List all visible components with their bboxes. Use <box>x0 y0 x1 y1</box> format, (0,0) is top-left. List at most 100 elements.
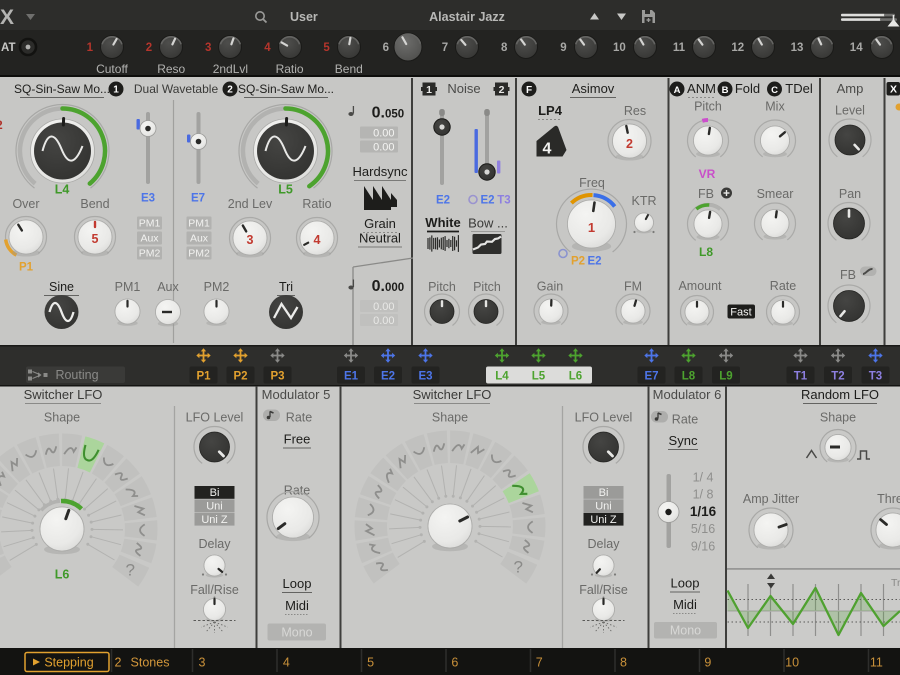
svg-text:6: 6 <box>383 42 389 54</box>
svg-text:PM2: PM2 <box>188 248 210 260</box>
svg-text:3: 3 <box>205 42 211 54</box>
svg-text:L5: L5 <box>278 183 293 197</box>
svg-text:E2: E2 <box>587 256 601 268</box>
svg-text:Mono: Mono <box>670 624 701 638</box>
svg-text:7: 7 <box>442 42 448 54</box>
svg-text:Bi: Bi <box>599 487 609 499</box>
svg-text:T2: T2 <box>831 371 844 383</box>
svg-text:Aux: Aux <box>190 233 209 245</box>
svg-text:8: 8 <box>620 656 627 670</box>
svg-text:White: White <box>425 215 460 230</box>
svg-text:Midi: Midi <box>673 597 697 612</box>
svg-text:2: 2 <box>0 118 3 132</box>
svg-text:L6: L6 <box>569 371 582 383</box>
svg-text:X: X <box>0 6 14 29</box>
svg-text:6: 6 <box>451 656 458 670</box>
svg-text:LFO Level: LFO Level <box>575 411 633 425</box>
svg-text:SQ-Sin-Saw Mo...: SQ-Sin-Saw Mo... <box>14 82 110 96</box>
svg-text:Delay: Delay <box>588 537 621 551</box>
svg-text:L5: L5 <box>532 371 546 383</box>
svg-text:Uni Z: Uni Z <box>201 514 228 526</box>
svg-text:Bow ...: Bow ... <box>468 216 508 231</box>
svg-text:Routing: Routing <box>55 368 98 382</box>
svg-text:A: A <box>674 85 681 96</box>
svg-text:9: 9 <box>560 42 566 54</box>
svg-text:2: 2 <box>146 42 152 54</box>
svg-text:L8: L8 <box>682 371 696 383</box>
svg-text:Bend: Bend <box>335 62 363 76</box>
svg-text:050: 050 <box>385 109 404 121</box>
svg-text:L8: L8 <box>699 245 713 259</box>
svg-text:Uni: Uni <box>595 500 612 512</box>
svg-text:11: 11 <box>870 656 883 670</box>
svg-text:X: X <box>890 84 897 96</box>
svg-text:PM1: PM1 <box>115 280 141 294</box>
svg-text:Shape: Shape <box>432 411 468 425</box>
svg-text:Tri: Tri <box>279 280 293 294</box>
svg-text:Uni Z: Uni Z <box>590 514 617 526</box>
svg-text:4: 4 <box>543 141 552 158</box>
svg-text:P1: P1 <box>19 262 34 274</box>
svg-text:Uni: Uni <box>206 500 223 512</box>
svg-text:Alastair Jazz: Alastair Jazz <box>429 10 505 24</box>
svg-text:Shape: Shape <box>820 411 856 425</box>
svg-text:1: 1 <box>588 220 595 235</box>
svg-text:Ratio: Ratio <box>276 62 304 76</box>
svg-text:8: 8 <box>501 42 508 54</box>
svg-text:0.: 0. <box>372 105 385 122</box>
svg-text:Pitch: Pitch <box>428 280 456 294</box>
svg-text:Ratio: Ratio <box>302 197 331 211</box>
svg-text:KTR: KTR <box>632 194 657 208</box>
svg-text:Cutoff: Cutoff <box>96 62 128 76</box>
svg-text:4: 4 <box>314 233 321 247</box>
svg-text:B: B <box>722 85 729 96</box>
svg-text:P2: P2 <box>233 371 247 383</box>
svg-text:5: 5 <box>92 232 99 246</box>
svg-text:Switcher LFO: Switcher LFO <box>24 387 103 402</box>
svg-text:Thre: Thre <box>877 492 900 506</box>
svg-text:L4: L4 <box>55 183 70 197</box>
svg-text:Midi: Midi <box>285 598 309 613</box>
svg-text:T3: T3 <box>497 195 510 207</box>
svg-text:1: 1 <box>113 85 119 96</box>
svg-text:Fast: Fast <box>730 307 751 319</box>
svg-text:Over: Over <box>12 197 39 211</box>
svg-text:F: F <box>526 85 532 96</box>
svg-text:Asimov: Asimov <box>572 81 615 96</box>
svg-text:AT: AT <box>1 42 15 54</box>
svg-text:11: 11 <box>673 42 686 54</box>
svg-text:12: 12 <box>731 42 744 54</box>
svg-text:000: 000 <box>385 282 404 294</box>
svg-text:E3: E3 <box>141 193 155 205</box>
svg-text:L4: L4 <box>495 371 509 383</box>
svg-text:FB: FB <box>840 268 856 282</box>
svg-text:E2: E2 <box>480 195 494 207</box>
svg-text:Free: Free <box>284 432 311 447</box>
svg-text:2: 2 <box>499 84 505 96</box>
svg-text:PM1: PM1 <box>139 218 161 230</box>
svg-text:Rate: Rate <box>286 411 312 425</box>
svg-text:Reso: Reso <box>157 62 185 76</box>
svg-text:TDel: TDel <box>785 81 813 96</box>
svg-text:User: User <box>290 10 318 24</box>
svg-text:P2: P2 <box>571 256 585 268</box>
svg-text:Pitch: Pitch <box>473 280 501 294</box>
svg-text:E3: E3 <box>418 371 432 383</box>
svg-text:Level: Level <box>835 104 865 118</box>
svg-text:Loop: Loop <box>283 576 312 591</box>
svg-text:Sync: Sync <box>669 433 698 448</box>
svg-text:10: 10 <box>613 42 626 54</box>
svg-text:T3: T3 <box>869 371 882 383</box>
svg-text:Mono: Mono <box>281 626 312 640</box>
svg-text:FM: FM <box>624 280 642 294</box>
svg-text:5/16: 5/16 <box>691 522 715 536</box>
svg-text:Neutral: Neutral <box>359 231 401 246</box>
svg-text:2: 2 <box>227 85 233 96</box>
svg-text:Loop: Loop <box>671 576 700 591</box>
svg-text:2nd Lev: 2nd Lev <box>228 197 273 211</box>
svg-text:Fall/Rise: Fall/Rise <box>190 583 239 597</box>
svg-text:Freq: Freq <box>579 176 605 190</box>
svg-text:E1: E1 <box>344 371 359 383</box>
svg-text:1: 1 <box>87 42 94 54</box>
svg-text:Res: Res <box>624 104 646 118</box>
